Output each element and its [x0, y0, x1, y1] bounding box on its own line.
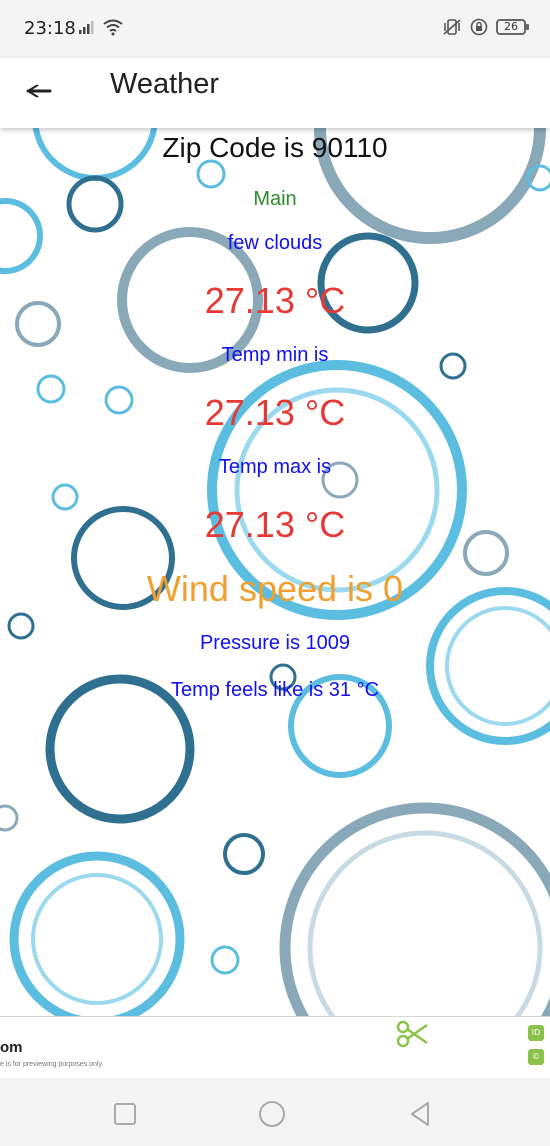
ad-disclaimer: e is for previewing purposes only. [0, 1061, 104, 1068]
ad-banner[interactable]: om e is for previewing purposes only. ID… [0, 1016, 550, 1079]
zip-code-text: Zip Code is 90110 [162, 132, 388, 163]
screen: 23:18 26 Weather Zip Code is 90110 Main … [0, 0, 550, 1146]
ad-close-mark[interactable]: © [528, 1049, 544, 1065]
status-icons-right: 26 [442, 18, 529, 36]
weather-description: few clouds [227, 232, 323, 254]
current-temperature: 27.13 °C [204, 280, 346, 321]
navigation-bar [0, 1078, 550, 1146]
status-bar: 23:18 26 [0, 0, 550, 58]
back-arrow-icon[interactable] [20, 71, 60, 111]
signal-icon [79, 21, 94, 34]
ad-domain-text[interactable]: om [0, 1039, 23, 1056]
recent-apps-icon[interactable] [111, 1100, 139, 1128]
temp-max-label: Temp max is [218, 456, 332, 478]
temp-max-value: 27.13 °C [204, 504, 346, 545]
weather-content: Zip Code is 90110 Main few clouds 27.13 … [0, 128, 550, 1016]
status-icons-left [78, 18, 124, 36]
home-icon[interactable] [258, 1100, 286, 1128]
main-label: Main [253, 188, 297, 210]
wifi-icon [103, 19, 123, 36]
status-time: 23:18 [24, 18, 76, 39]
vibrate-icon [443, 19, 461, 35]
ad-info-mark[interactable]: ID [528, 1025, 544, 1041]
pressure-text: Pressure is 1009 [199, 632, 351, 654]
page-title: Weather [110, 68, 220, 100]
feels-like-text: Temp feels like is 31 °C [170, 679, 380, 701]
wind-speed-text: Wind speed is 0 [146, 568, 404, 609]
lock-rotation-icon [470, 18, 488, 36]
scissors-icon [396, 1020, 428, 1048]
temp-min-label: Temp min is [221, 344, 329, 366]
back-nav-icon[interactable] [406, 1100, 434, 1128]
battery-icon: 26 [496, 19, 529, 35]
temp-min-value: 27.13 °C [204, 392, 346, 433]
app-bar: Weather [0, 58, 550, 128]
